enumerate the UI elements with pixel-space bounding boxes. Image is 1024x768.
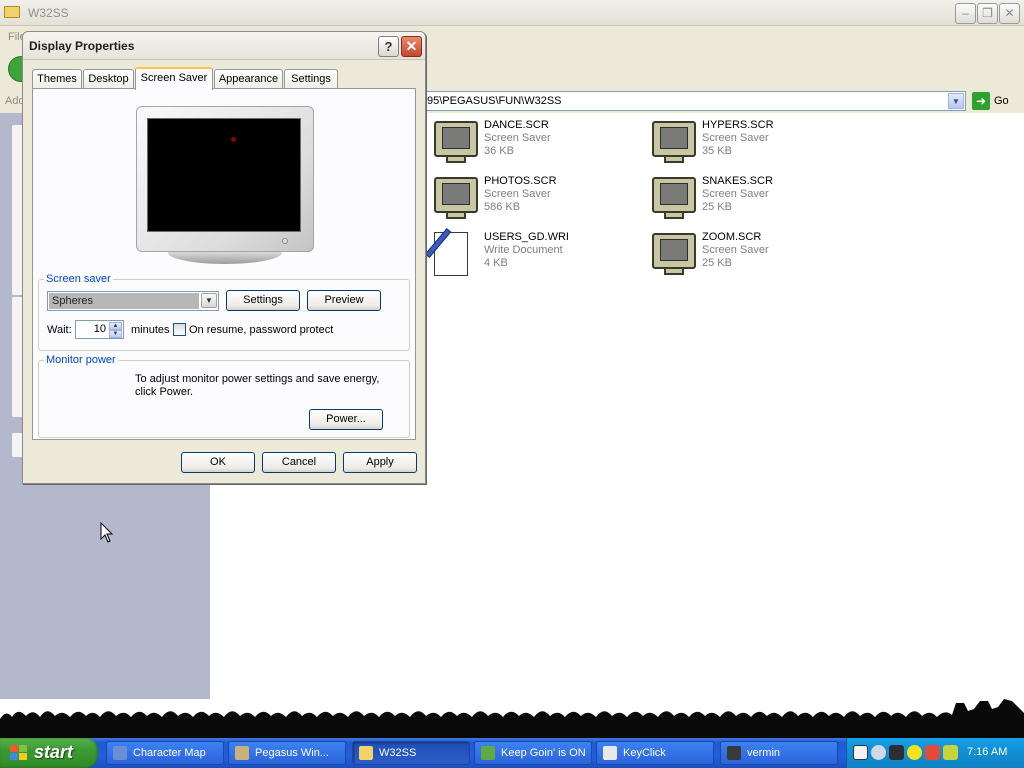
explorer-titlebar[interactable]: W32SS – ❐ ✕ — [0, 0, 1024, 26]
screen-saver-group-label: Screen saver — [44, 273, 113, 285]
display-properties-dialog: Display Properties ? ✕ Themes Desktop Sc… — [22, 31, 426, 484]
taskbar-item-keep-goin[interactable]: Keep Goin' is ON — [474, 741, 592, 765]
monitor-icon — [650, 174, 698, 222]
tab-settings[interactable]: Settings — [284, 69, 338, 89]
settings-button[interactable]: Settings — [226, 290, 300, 311]
keyclick-icon — [603, 746, 617, 760]
chevron-down-icon[interactable]: ▼ — [201, 293, 217, 308]
tab-screen-saver[interactable]: Screen Saver — [135, 67, 213, 90]
address-input[interactable]: 95\PEGASUS\FUN\W32SS ▼ — [422, 91, 966, 111]
taskbar-item-pegasus[interactable]: Pegasus Win... — [228, 741, 346, 765]
clock[interactable]: 7:16 AM — [967, 746, 1007, 758]
tab-themes[interactable]: Themes — [32, 69, 82, 89]
cancel-button[interactable]: Cancel — [262, 452, 336, 473]
mouse-icon[interactable] — [889, 745, 904, 760]
screen-saver-value: Spheres — [49, 293, 199, 309]
file-item[interactable]: HYPERS.SCR Screen Saver 35 KB — [650, 118, 860, 174]
preview-screen — [147, 118, 301, 232]
power-button[interactable]: Power... — [309, 409, 383, 430]
theater-silhouette-image — [0, 699, 1024, 738]
keep-goin-icon — [481, 746, 495, 760]
pegasus-icon — [235, 746, 249, 760]
address-value: 95\PEGASUS\FUN\W32SS — [427, 95, 562, 107]
preview-button[interactable]: Preview — [307, 290, 381, 311]
folder-icon — [359, 746, 373, 760]
vermin-icon — [727, 746, 741, 760]
monitor-power-group-label: Monitor power — [44, 354, 118, 366]
spin-down-icon[interactable]: ▼ — [109, 330, 122, 338]
dialog-titlebar[interactable]: Display Properties ? ✕ — [23, 32, 425, 60]
file-item[interactable]: SNAKES.SCR Screen Saver 25 KB — [650, 174, 860, 230]
taskbar-item-character-map[interactable]: Character Map — [106, 741, 224, 765]
network-icon[interactable] — [943, 745, 958, 760]
apply-button[interactable]: Apply — [343, 452, 417, 473]
minimize-button[interactable]: – — [955, 3, 976, 24]
tab-strip: Themes Desktop Screen Saver Appearance S… — [32, 67, 422, 90]
help-icon[interactable] — [853, 745, 868, 760]
taskbar-item-w32ss[interactable]: W32SS — [352, 741, 470, 765]
start-label: start — [34, 742, 74, 762]
power-led — [282, 238, 288, 244]
ok-button[interactable]: OK — [181, 452, 255, 473]
help-button[interactable]: ? — [378, 36, 399, 57]
go-label: Go — [994, 95, 1009, 107]
file-item[interactable]: ZOOM.SCR Screen Saver 25 KB — [650, 230, 860, 286]
taskbar-item-keyclick[interactable]: KeyClick — [596, 741, 714, 765]
password-protect-label[interactable]: On resume, password protect — [189, 324, 333, 336]
sphere-dot — [231, 137, 236, 142]
taskbar-item-vermin[interactable]: vermin — [720, 741, 838, 765]
file-item[interactable]: USERS_GD.WRI Write Document 4 KB — [424, 228, 642, 286]
go-arrow-icon: ➜ — [972, 92, 990, 110]
password-protect-checkbox[interactable] — [173, 323, 186, 336]
monitor-bezel — [136, 106, 314, 252]
wait-value: 10 — [93, 323, 106, 335]
character-map-icon — [113, 746, 127, 760]
smiley-icon[interactable] — [907, 745, 922, 760]
spin-up-icon[interactable]: ▲ — [109, 322, 122, 330]
tab-appearance[interactable]: Appearance — [214, 69, 283, 89]
chevron-down-icon[interactable]: ▼ — [948, 93, 964, 109]
file-item[interactable]: DANCE.SCR Screen Saver 36 KB — [432, 118, 642, 174]
minutes-label: minutes — [131, 324, 170, 336]
dialog-title: Display Properties — [29, 39, 135, 53]
maximize-button[interactable]: ❐ — [977, 3, 998, 24]
monitor-preview — [136, 106, 314, 266]
flag-icon[interactable] — [925, 745, 940, 760]
wait-stepper[interactable]: 10 ▲ ▼ — [75, 320, 124, 339]
system-tray: 7:16 AM — [846, 738, 1024, 768]
monitor-power-text-2: click Power. — [135, 386, 194, 398]
monitor-power-text: To adjust monitor power settings and sav… — [135, 373, 380, 385]
collapse-arrow-icon[interactable] — [871, 745, 886, 760]
start-button[interactable]: start — [0, 738, 98, 768]
mouse-cursor-icon — [100, 522, 114, 543]
monitor-icon — [650, 118, 698, 166]
monitor-icon — [432, 174, 480, 222]
folder-icon — [4, 6, 20, 18]
monitor-stand — [168, 252, 282, 264]
close-button[interactable]: ✕ — [999, 3, 1020, 24]
dialog-close-button[interactable]: ✕ — [401, 36, 422, 57]
taskbar: start Character Map Pegasus Win... W32SS… — [0, 738, 1024, 768]
file-item[interactable]: PHOTOS.SCR Screen Saver 586 KB — [432, 174, 642, 230]
tab-desktop[interactable]: Desktop — [83, 69, 134, 89]
explorer-title: W32SS — [28, 6, 69, 20]
wait-label: Wait: — [47, 324, 72, 336]
screen-saver-panel: Screen saver Spheres ▼ Settings Preview … — [32, 88, 416, 440]
monitor-icon — [432, 118, 480, 166]
monitor-icon — [650, 230, 698, 278]
screen-saver-select[interactable]: Spheres ▼ — [47, 291, 219, 311]
write-document-icon — [424, 228, 480, 278]
windows-flag-icon — [10, 745, 28, 761]
